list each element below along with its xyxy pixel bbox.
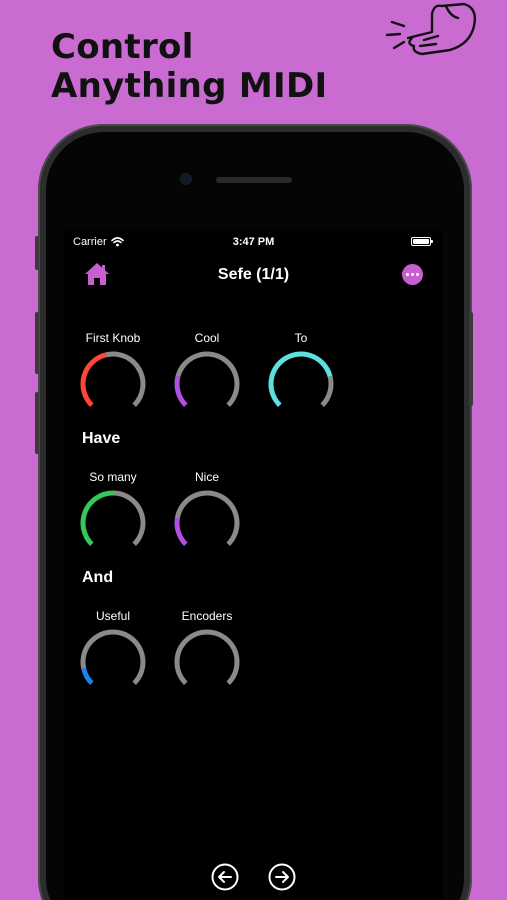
headline-line-2: Anything MIDI <box>51 66 328 106</box>
knob-value-arc <box>174 375 188 407</box>
knob-track-arc <box>105 351 146 407</box>
knob-value-arc <box>268 351 333 407</box>
status-bar: Carrier 3:47 PM <box>64 231 443 251</box>
phone-power-button <box>469 312 473 406</box>
knob-label: Useful <box>95 609 130 623</box>
knob-value-arc <box>80 352 107 407</box>
more-icon-dot <box>406 273 409 276</box>
knob-dial[interactable] <box>78 349 148 411</box>
knob-label: Encoders <box>181 609 233 623</box>
pointing-hand-doodle-icon <box>385 2 477 56</box>
headline: Control Anything MIDI <box>51 28 327 106</box>
arrow-left-circle-icon[interactable] <box>211 863 239 891</box>
front-camera <box>181 174 191 184</box>
knob-label: So many <box>89 470 137 484</box>
app-screen: Carrier 3:47 PM Sefe (1/1) First Knob Co… <box>64 231 443 900</box>
knob-value-arc <box>174 517 188 546</box>
knob-dial[interactable] <box>78 627 148 689</box>
more-icon-dot <box>411 273 414 276</box>
knob-label: To <box>294 331 308 345</box>
arrow-right-circle-icon[interactable] <box>268 863 296 891</box>
knob-dial[interactable] <box>172 349 242 411</box>
knob-track-arc <box>320 375 334 407</box>
knob-first-knob[interactable]: First Knob <box>75 330 151 411</box>
knob-nice[interactable]: Nice <box>169 469 245 550</box>
knob-dial[interactable] <box>78 488 148 550</box>
knob-track-arc <box>174 490 240 546</box>
knob-label: Cool <box>194 331 220 345</box>
page-navigation <box>64 863 443 893</box>
phone-mute-switch <box>35 236 39 270</box>
knob-cool[interactable]: Cool <box>169 330 245 411</box>
knob-label: Nice <box>194 470 219 484</box>
knob-encoders[interactable]: Encoders <box>169 608 245 689</box>
knob-dial[interactable] <box>172 627 242 689</box>
knob-label: First Knob <box>85 331 141 345</box>
knob-track-arc <box>174 629 240 685</box>
battery-icon <box>411 237 433 246</box>
knob-track-arc <box>175 351 240 407</box>
knob-track-arc <box>80 629 146 685</box>
knob-value-arc <box>81 667 94 685</box>
page-title: Sefe (1/1) <box>217 266 290 283</box>
knob-to[interactable]: To <box>263 330 339 411</box>
phone-volume-up <box>35 312 39 374</box>
nav-bar: Sefe (1/1) <box>64 257 443 293</box>
knob-value-arc <box>80 490 114 546</box>
more-icon-dot <box>416 273 419 276</box>
knob-dial[interactable] <box>266 349 336 411</box>
headline-line-1: Control <box>51 27 194 67</box>
knob-track-arc <box>112 490 146 546</box>
phone-volume-down <box>35 392 39 454</box>
knob-so-many[interactable]: So many <box>75 469 151 550</box>
section-title-and: And <box>82 569 114 586</box>
more-options-button[interactable] <box>402 264 423 285</box>
section-title-have: Have <box>82 430 121 447</box>
knob-dial[interactable] <box>172 488 242 550</box>
knob-useful[interactable]: Useful <box>75 608 151 689</box>
earpiece-speaker <box>216 177 292 183</box>
status-time: 3:47 PM <box>232 236 275 248</box>
